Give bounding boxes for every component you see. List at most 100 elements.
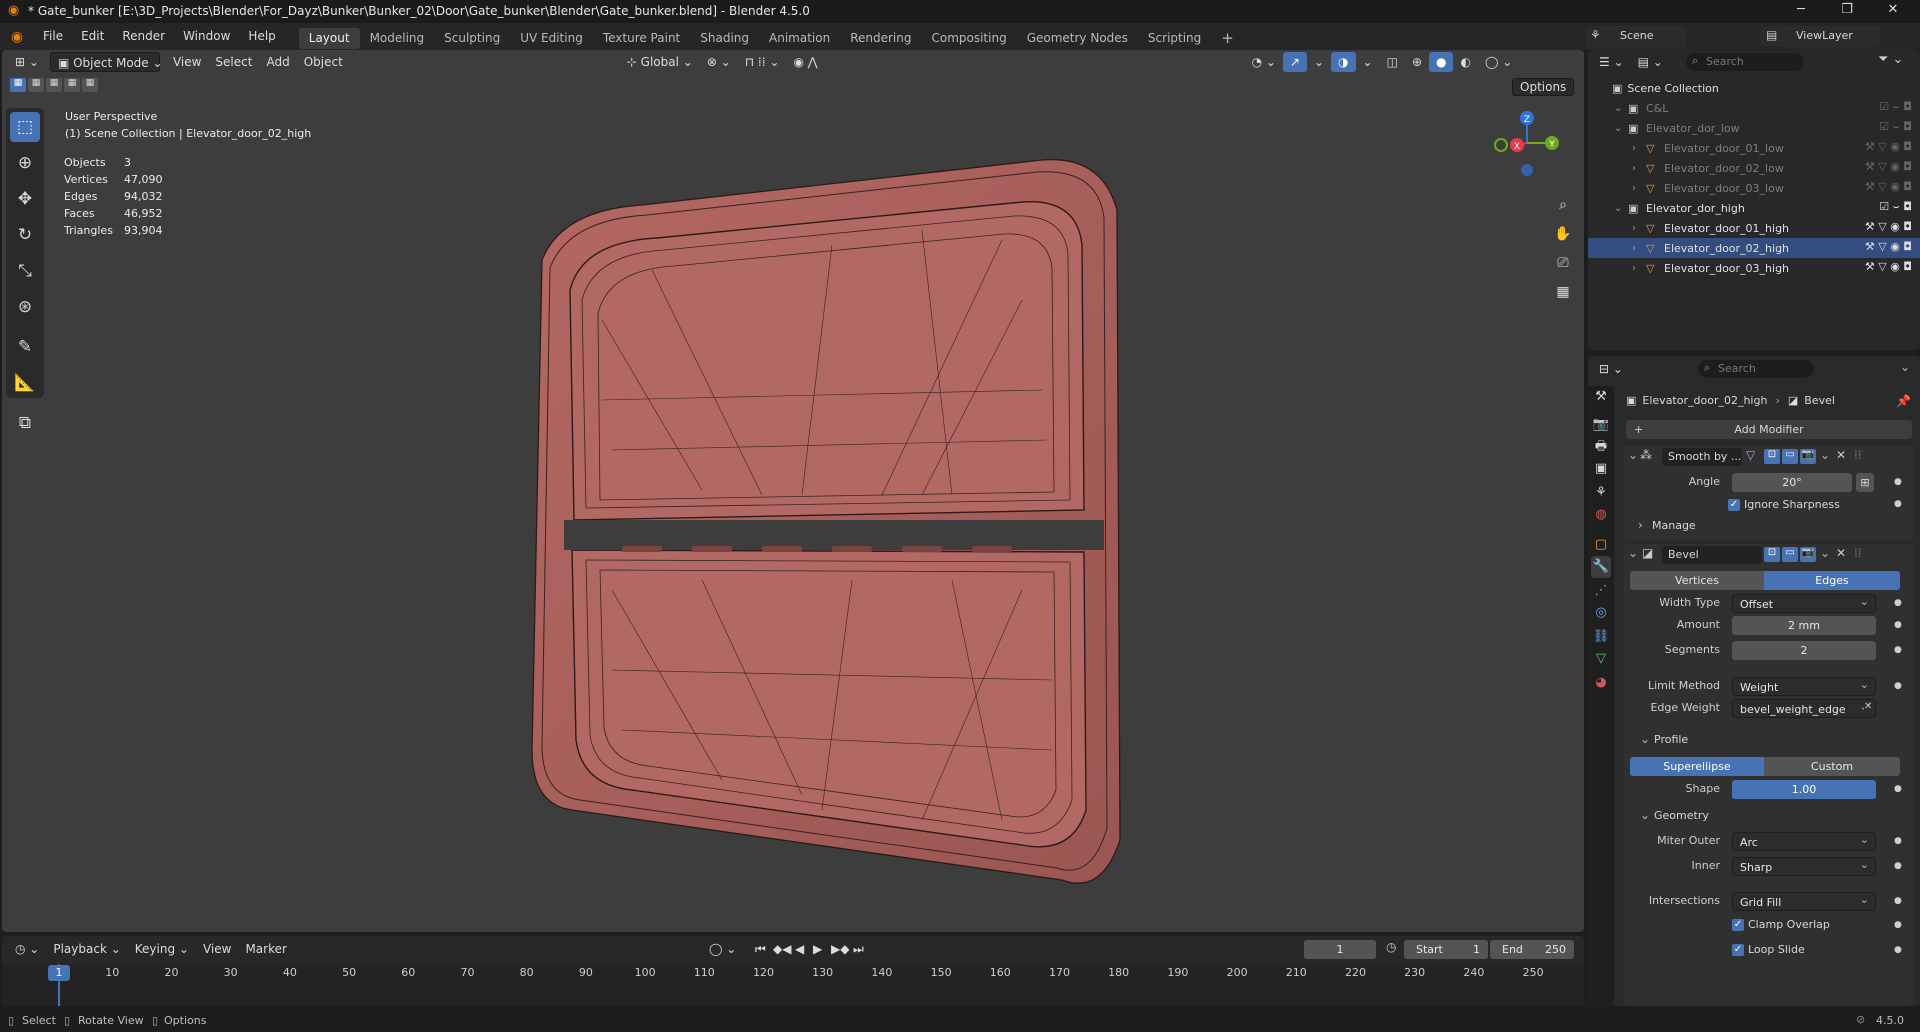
smooth-modifier-name[interactable]: Smooth by ... xyxy=(1662,448,1742,466)
tab-scripting[interactable]: Scripting xyxy=(1138,28,1211,49)
filter-icon[interactable]: ⏷ ⌄ xyxy=(1878,52,1903,67)
proportional-edit-icon[interactable]: ◉ ⋀ xyxy=(786,52,824,72)
expand-chevron-icon[interactable]: › xyxy=(1632,143,1646,154)
clamp-overlap-checkbox[interactable]: ✓ xyxy=(1732,919,1744,931)
limit-method-dropdown[interactable]: Weight xyxy=(1732,677,1876,696)
transform-tool-icon[interactable]: ⊛ xyxy=(10,292,40,322)
edge-weight-field[interactable]: bevel_weight_edge xyxy=(1732,699,1876,718)
blender-menu-icon[interactable]: ◉ xyxy=(0,29,34,45)
tab-texture-paint[interactable]: Texture Paint xyxy=(593,28,690,49)
exclude-checkbox-icon[interactable]: ☑ ⌣ ◘ xyxy=(1879,100,1912,114)
collapse-chevron-icon[interactable]: ⌄ xyxy=(1628,448,1638,462)
tab-compositing[interactable]: Compositing xyxy=(921,28,1016,49)
menu-select[interactable]: Select xyxy=(208,52,259,72)
affect-edges-tab[interactable]: Edges xyxy=(1764,571,1900,590)
scene-collection-row[interactable]: ▣ Scene Collection xyxy=(1588,78,1920,98)
tab-animation[interactable]: Animation xyxy=(759,28,840,49)
menu-marker[interactable]: Marker xyxy=(238,939,293,959)
angle-node-socket-icon[interactable]: ⊞ xyxy=(1856,473,1874,492)
gizmo-toggle-icon[interactable]: ↗ xyxy=(1282,52,1307,72)
scale-tool-icon[interactable]: ⤡ xyxy=(10,256,40,286)
profile-chevron-icon[interactable]: ⌄ xyxy=(1640,732,1650,746)
rendered-shading-icon[interactable]: ◯ ⌄ xyxy=(1478,52,1519,72)
camera-view-icon[interactable]: ⎚ xyxy=(1550,250,1576,276)
intersections-dropdown[interactable]: Grid Fill xyxy=(1732,892,1876,911)
keyframe-dot-icon[interactable]: ● xyxy=(1894,620,1902,630)
3d-viewport[interactable]: ⊞ ⌄ ▣ Object Mode ⌄ View Select Add Obje… xyxy=(2,50,1584,932)
add-modifier-button[interactable]: + Add Modifier xyxy=(1626,420,1912,439)
menu-window[interactable]: Window xyxy=(174,23,239,50)
cage-toggle-icon[interactable]: ⊡ xyxy=(1764,449,1780,464)
select-invert-icon[interactable]: ▦ xyxy=(64,78,80,92)
keyframe-dot-icon[interactable]: ● xyxy=(1894,861,1902,871)
move-tool-icon[interactable]: ✥ xyxy=(10,184,40,214)
keyframe-dot-icon[interactable]: ● xyxy=(1894,920,1902,930)
outliner-row[interactable]: › ▽ Elevator_door_02_high ⚒ ▽ ◉ ◘ xyxy=(1588,238,1920,258)
xray-toggle-icon[interactable]: ◫ xyxy=(1380,52,1405,72)
add-cube-tool-icon[interactable]: ⧉ xyxy=(10,408,40,438)
render-toggle-icon[interactable]: 📷 xyxy=(1800,547,1816,562)
superellipse-tab[interactable]: Superellipse xyxy=(1630,757,1764,776)
material-shading-icon[interactable]: ◐ xyxy=(1453,52,1477,72)
outliner-search-input[interactable]: ⌕ Search xyxy=(1686,53,1804,71)
outliner-row[interactable]: › ▽ Elevator_door_01_low ⚒ ▽ ◉ ◘ xyxy=(1588,138,1920,158)
width-type-dropdown[interactable]: Offset xyxy=(1732,594,1876,613)
pivot-icon[interactable]: ⊗ ⌄ xyxy=(700,52,738,72)
menu-view[interactable]: View xyxy=(196,939,238,959)
select-box-tool-icon[interactable]: ⬚ xyxy=(10,112,40,142)
outliner-row[interactable]: ⌄ ▣ C&L ☑ ⌣ ◘ xyxy=(1588,98,1920,118)
edit-mode-toggle-icon[interactable]: ▽ xyxy=(1746,448,1755,462)
overlay-dropdown-icon[interactable]: ⌄ xyxy=(1356,52,1380,72)
tab-layout[interactable]: Layout xyxy=(298,27,360,49)
output-tab-icon[interactable]: 🖶 xyxy=(1591,436,1611,458)
zoom-icon[interactable]: ⌕ xyxy=(1550,192,1576,218)
visibility-eye-icon[interactable]: ⚒ ▽ ◉ ◘ xyxy=(1865,140,1912,153)
cursor-tool-icon[interactable]: ⊕ xyxy=(10,148,40,178)
geometry-chevron-icon[interactable]: ⌄ xyxy=(1640,808,1650,822)
exclude-checkbox-icon[interactable]: ☑ ⌣ ◘ xyxy=(1879,120,1912,134)
expand-chevron-icon[interactable]: ⌄ xyxy=(1614,103,1628,114)
menu-add[interactable]: Add xyxy=(259,52,296,72)
collapse-chevron-icon[interactable]: ⌄ xyxy=(1628,546,1638,560)
playhead-frame-badge[interactable]: 1 xyxy=(48,965,70,981)
minimize-button[interactable]: ─ xyxy=(1778,2,1824,21)
outliner-row[interactable]: › ▽ Elevator_door_01_high ⚒ ▽ ◉ ◘ xyxy=(1588,218,1920,238)
overlay-toggle-icon[interactable]: ◑ xyxy=(1331,52,1356,72)
visibility-eye-icon[interactable]: ⚒ ▽ ◉ ◘ xyxy=(1865,240,1912,253)
ignore-sharpness-checkbox[interactable]: ✓ xyxy=(1728,499,1740,511)
expand-chevron-icon[interactable]: ⌄ xyxy=(1614,123,1628,134)
start-frame-field[interactable]: Start 1 xyxy=(1404,940,1488,959)
properties-editor-icon[interactable]: ⊟ ⌄ xyxy=(1592,359,1630,379)
jump-end-icon[interactable]: ⏭ xyxy=(846,939,871,959)
outliner-row[interactable]: › ▽ Elevator_door_02_low ⚒ ▽ ◉ ◘ xyxy=(1588,158,1920,178)
visibility-icon[interactable]: ◔ ⌄ xyxy=(1245,52,1283,72)
geometry-subpanel[interactable]: Geometry xyxy=(1654,809,1709,822)
properties-search-input[interactable]: ⌕ Search xyxy=(1698,360,1814,378)
menu-playback[interactable]: Playback ⌄ xyxy=(46,939,127,959)
auto-keying-icon[interactable]: ◯ ⌄ xyxy=(702,939,743,959)
clear-edge-weight-icon[interactable]: ✕ xyxy=(1864,701,1873,712)
keyframe-dot-icon[interactable]: ● xyxy=(1894,598,1902,608)
expand-chevron-icon[interactable]: › xyxy=(1632,243,1646,254)
pin-icon[interactable]: 📌 xyxy=(1896,394,1911,408)
maximize-button[interactable]: ❐ xyxy=(1824,2,1870,21)
properties-options-icon[interactable]: ⌄ xyxy=(1900,360,1910,374)
select-new-icon[interactable]: ▦ xyxy=(10,78,26,92)
keyframe-dot-icon[interactable]: ● xyxy=(1894,499,1902,509)
close-button[interactable]: ✕ xyxy=(1870,2,1916,21)
menu-edit[interactable]: Edit xyxy=(72,23,113,50)
add-workspace-button[interactable]: + xyxy=(1211,28,1244,49)
tab-geometry-nodes[interactable]: Geometry Nodes xyxy=(1017,28,1138,49)
inner-miter-dropdown[interactable]: Sharp xyxy=(1732,857,1876,876)
gizmo-dropdown-icon[interactable]: ⌄ xyxy=(1307,52,1331,72)
tab-shading[interactable]: Shading xyxy=(690,28,759,49)
modifier-tab-icon[interactable]: 🔧 xyxy=(1591,556,1611,578)
manage-subpanel[interactable]: Manage xyxy=(1652,519,1696,532)
drag-handle-icon[interactable]: ⁞⁞ xyxy=(1854,448,1862,462)
shape-slider[interactable]: 1.00 xyxy=(1732,780,1876,799)
mode-dropdown[interactable]: ▣ Object Mode ⌄ xyxy=(49,52,163,72)
outliner-row[interactable]: › ▽ Elevator_door_03_high ⚒ ▽ ◉ ◘ xyxy=(1588,258,1920,278)
expand-chevron-icon[interactable]: › xyxy=(1632,183,1646,194)
expand-chevron-icon[interactable]: › xyxy=(1638,518,1643,532)
display-mode-icon[interactable]: ▤ ⌄ xyxy=(1631,52,1670,72)
